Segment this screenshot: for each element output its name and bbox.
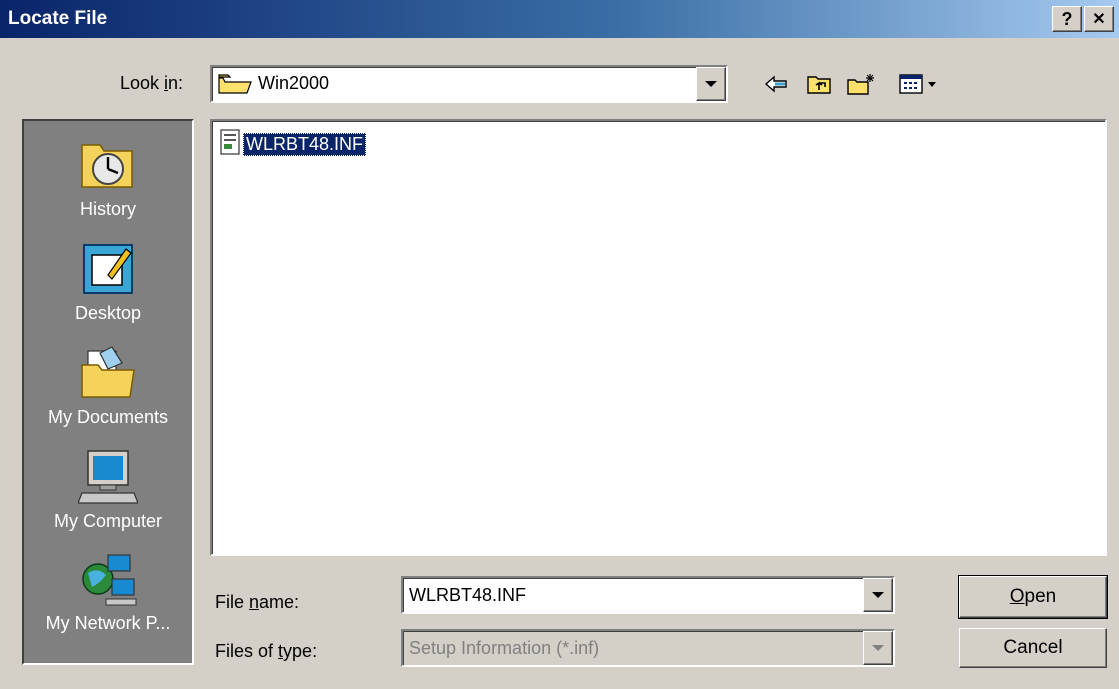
up-folder-icon[interactable] bbox=[804, 70, 834, 98]
look-in-value: Win2000 bbox=[258, 73, 330, 93]
file-name-dropdown-button[interactable] bbox=[863, 578, 893, 612]
file-name-label: File name: bbox=[215, 592, 300, 612]
file-name-text: WLRBT48.INF bbox=[243, 133, 367, 156]
file-type-dropdown-button[interactable] bbox=[863, 631, 893, 665]
help-button[interactable]: ? bbox=[1052, 6, 1082, 32]
my-network-places-icon bbox=[78, 549, 138, 609]
view-menu-icon[interactable] bbox=[896, 70, 946, 98]
look-in-dropdown-button[interactable] bbox=[696, 67, 726, 101]
setup-file-icon bbox=[220, 129, 240, 160]
folder-icon bbox=[218, 73, 252, 100]
file-type-dropdown[interactable]: Setup Information (*.inf) bbox=[401, 629, 895, 667]
close-button[interactable]: ✕ bbox=[1084, 6, 1114, 32]
place-my-network-places[interactable]: My Network P... bbox=[24, 549, 192, 634]
open-button[interactable]: Open bbox=[958, 575, 1108, 619]
list-item[interactable]: WLRBT48.INF bbox=[220, 129, 367, 160]
title-bar[interactable] bbox=[0, 0, 1119, 38]
place-my-computer[interactable]: My Computer bbox=[24, 447, 192, 532]
file-name-value: WLRBT48.INF bbox=[409, 585, 527, 605]
look-in-label: Look in: bbox=[120, 73, 184, 93]
my-computer-icon bbox=[77, 447, 139, 507]
window-title: Locate File bbox=[8, 8, 108, 29]
history-icon bbox=[78, 135, 138, 195]
file-list[interactable]: WLRBT48.INF bbox=[210, 119, 1107, 556]
look-in-dropdown[interactable]: Win2000 bbox=[210, 65, 728, 103]
file-type-value: Setup Information (*.inf) bbox=[409, 638, 600, 658]
close-icon: ✕ bbox=[1092, 11, 1106, 28]
new-folder-icon[interactable] bbox=[846, 70, 876, 98]
help-icon: ? bbox=[1061, 8, 1073, 29]
place-desktop[interactable]: Desktop bbox=[24, 239, 192, 324]
places-bar: History Desktop My Documents My Computer… bbox=[22, 119, 194, 665]
place-my-documents[interactable]: My Documents bbox=[24, 343, 192, 428]
cancel-button[interactable]: Cancel bbox=[959, 628, 1107, 668]
back-icon[interactable] bbox=[762, 70, 792, 98]
place-history[interactable]: History bbox=[24, 135, 192, 220]
file-type-label: Files of type: bbox=[215, 641, 318, 661]
desktop-icon bbox=[78, 239, 138, 299]
my-documents-icon bbox=[78, 343, 138, 403]
file-name-input[interactable]: WLRBT48.INF bbox=[401, 576, 895, 614]
